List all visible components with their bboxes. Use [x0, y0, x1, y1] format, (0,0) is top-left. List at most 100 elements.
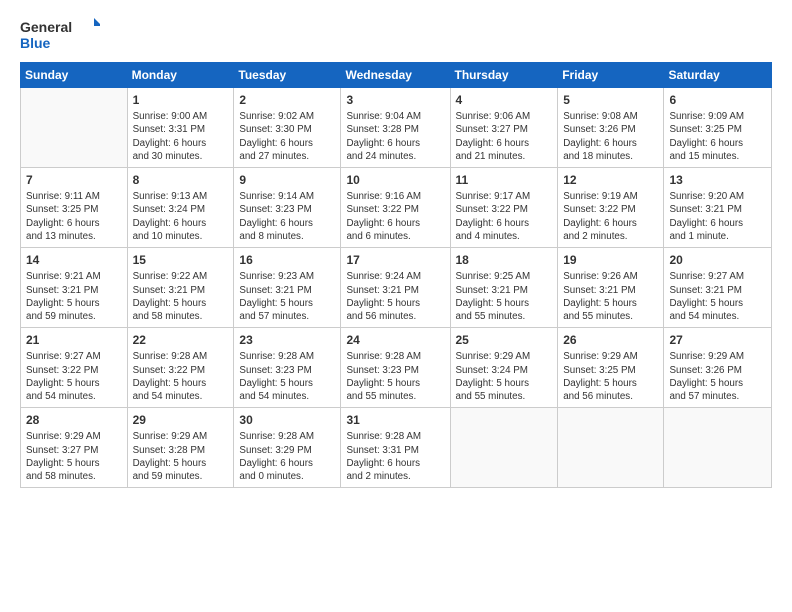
day-info: Sunrise: 9:26 AM Sunset: 3:21 PM Dayligh… [563, 270, 658, 323]
day-info: Sunrise: 9:28 AM Sunset: 3:29 PM Dayligh… [239, 430, 335, 483]
day-number: 21 [26, 332, 122, 348]
logo-icon: General Blue [20, 16, 100, 52]
day-info: Sunrise: 9:28 AM Sunset: 3:22 PM Dayligh… [133, 350, 229, 403]
day-info: Sunrise: 9:22 AM Sunset: 3:21 PM Dayligh… [133, 270, 229, 323]
calendar-cell [21, 88, 128, 168]
calendar-week-row: 1Sunrise: 9:00 AM Sunset: 3:31 PM Daylig… [21, 88, 772, 168]
weekday-header-tuesday: Tuesday [234, 63, 341, 88]
header: General Blue [20, 16, 772, 52]
page: General Blue SundayMondayTuesdayWednesda… [0, 0, 792, 612]
day-info: Sunrise: 9:28 AM Sunset: 3:23 PM Dayligh… [239, 350, 335, 403]
weekday-header-sunday: Sunday [21, 63, 128, 88]
day-number: 14 [26, 252, 122, 268]
day-number: 2 [239, 92, 335, 108]
calendar-cell: 11 Sunrise: 9:17 AM Sunset: 3:22 PM Dayli… [450, 168, 558, 248]
calendar-cell: 31 Sunrise: 9:28 AM Sunset: 3:31 PM Dayli… [341, 408, 450, 488]
day-number: 28 [26, 412, 122, 428]
calendar-cell [558, 408, 664, 488]
day-number: 6 [669, 92, 766, 108]
day-info: Sunrise: 9:04 AM Sunset: 3:28 PM Dayligh… [346, 110, 444, 163]
day-number: 19 [563, 252, 658, 268]
calendar-cell [664, 408, 772, 488]
day-number: 7 [26, 172, 122, 188]
day-info: Sunrise: 9:17 AM Sunset: 3:22 PM Dayligh… [456, 190, 553, 243]
calendar-week-row: 28 Sunrise: 9:29 AM Sunset: 3:27 PM Dayli… [21, 408, 772, 488]
day-info: Sunrise: 9:28 AM Sunset: 3:31 PM Dayligh… [346, 430, 444, 483]
logo: General Blue [20, 16, 100, 52]
day-info: Sunrise: 9:11 AM Sunset: 3:25 PM Dayligh… [26, 190, 122, 243]
day-number: 15 [133, 252, 229, 268]
day-number: 10 [346, 172, 444, 188]
calendar-week-row: 14 Sunrise: 9:21 AM Sunset: 3:21 PM Dayli… [21, 248, 772, 328]
day-number: 31 [346, 412, 444, 428]
day-number: 11 [456, 172, 553, 188]
day-info: Sunrise: 9:20 AM Sunset: 3:21 PM Dayligh… [669, 190, 766, 243]
calendar-cell: 26Sunrise: 9:29 AM Sunset: 3:25 PM Dayli… [558, 328, 664, 408]
calendar-cell: 15 Sunrise: 9:22 AM Sunset: 3:21 PM Dayli… [127, 248, 234, 328]
day-number: 13 [669, 172, 766, 188]
calendar-cell: 9 Sunrise: 9:14 AM Sunset: 3:23 PM Daylig… [234, 168, 341, 248]
day-info: Sunrise: 9:06 AM Sunset: 3:27 PM Dayligh… [456, 110, 553, 163]
day-info: Sunrise: 9:23 AM Sunset: 3:21 PM Dayligh… [239, 270, 335, 323]
calendar-cell: 4 Sunrise: 9:06 AM Sunset: 3:27 PM Daylig… [450, 88, 558, 168]
day-number: 29 [133, 412, 229, 428]
calendar-cell: 2 Sunrise: 9:02 AM Sunset: 3:30 PM Daylig… [234, 88, 341, 168]
calendar-cell: 24Sunrise: 9:28 AM Sunset: 3:23 PM Dayli… [341, 328, 450, 408]
day-info: Sunrise: 9:27 AM Sunset: 3:22 PM Dayligh… [26, 350, 122, 403]
day-info: Sunrise: 9:13 AM Sunset: 3:24 PM Dayligh… [133, 190, 229, 243]
day-number: 12 [563, 172, 658, 188]
weekday-header-friday: Friday [558, 63, 664, 88]
calendar-cell: 13 Sunrise: 9:20 AM Sunset: 3:21 PM Dayli… [664, 168, 772, 248]
calendar: SundayMondayTuesdayWednesdayThursdayFrid… [20, 62, 772, 488]
day-number: 17 [346, 252, 444, 268]
weekday-header-saturday: Saturday [664, 63, 772, 88]
calendar-week-row: 21 Sunrise: 9:27 AM Sunset: 3:22 PM Dayli… [21, 328, 772, 408]
calendar-cell: 22 Sunrise: 9:28 AM Sunset: 3:22 PM Dayli… [127, 328, 234, 408]
svg-text:Blue: Blue [20, 35, 51, 51]
day-number: 23 [239, 332, 335, 348]
calendar-cell: 5Sunrise: 9:08 AM Sunset: 3:26 PM Daylig… [558, 88, 664, 168]
day-info: Sunrise: 9:21 AM Sunset: 3:21 PM Dayligh… [26, 270, 122, 323]
day-info: Sunrise: 9:02 AM Sunset: 3:30 PM Dayligh… [239, 110, 335, 163]
day-number: 27 [669, 332, 766, 348]
calendar-cell: 23 Sunrise: 9:28 AM Sunset: 3:23 PM Dayli… [234, 328, 341, 408]
calendar-cell: 6Sunrise: 9:09 AM Sunset: 3:25 PM Daylig… [664, 88, 772, 168]
day-number: 3 [346, 92, 444, 108]
calendar-cell: 17 Sunrise: 9:24 AM Sunset: 3:21 PM Dayli… [341, 248, 450, 328]
calendar-cell: 8 Sunrise: 9:13 AM Sunset: 3:24 PM Daylig… [127, 168, 234, 248]
weekday-header-row: SundayMondayTuesdayWednesdayThursdayFrid… [21, 63, 772, 88]
day-info: Sunrise: 9:29 AM Sunset: 3:28 PM Dayligh… [133, 430, 229, 483]
calendar-cell: 25Sunrise: 9:29 AM Sunset: 3:24 PM Dayli… [450, 328, 558, 408]
calendar-cell: 30Sunrise: 9:28 AM Sunset: 3:29 PM Dayli… [234, 408, 341, 488]
day-info: Sunrise: 9:29 AM Sunset: 3:27 PM Dayligh… [26, 430, 122, 483]
weekday-header-thursday: Thursday [450, 63, 558, 88]
calendar-cell: 10 Sunrise: 9:16 AM Sunset: 3:22 PM Dayli… [341, 168, 450, 248]
day-number: 8 [133, 172, 229, 188]
day-info: Sunrise: 9:27 AM Sunset: 3:21 PM Dayligh… [669, 270, 766, 323]
day-number: 1 [133, 92, 229, 108]
day-info: Sunrise: 9:29 AM Sunset: 3:26 PM Dayligh… [669, 350, 766, 403]
weekday-header-monday: Monday [127, 63, 234, 88]
day-number: 16 [239, 252, 335, 268]
day-info: Sunrise: 9:16 AM Sunset: 3:22 PM Dayligh… [346, 190, 444, 243]
day-info: Sunrise: 9:25 AM Sunset: 3:21 PM Dayligh… [456, 270, 553, 323]
calendar-cell: 14 Sunrise: 9:21 AM Sunset: 3:21 PM Dayli… [21, 248, 128, 328]
day-number: 5 [563, 92, 658, 108]
day-number: 22 [133, 332, 229, 348]
day-number: 25 [456, 332, 553, 348]
calendar-cell: 12 Sunrise: 9:19 AM Sunset: 3:22 PM Dayli… [558, 168, 664, 248]
calendar-cell: 29 Sunrise: 9:29 AM Sunset: 3:28 PM Dayli… [127, 408, 234, 488]
day-info: Sunrise: 9:19 AM Sunset: 3:22 PM Dayligh… [563, 190, 658, 243]
calendar-cell: 18 Sunrise: 9:25 AM Sunset: 3:21 PM Dayli… [450, 248, 558, 328]
day-number: 9 [239, 172, 335, 188]
calendar-cell [450, 408, 558, 488]
day-info: Sunrise: 9:24 AM Sunset: 3:21 PM Dayligh… [346, 270, 444, 323]
calendar-cell: 7 Sunrise: 9:11 AM Sunset: 3:25 PM Daylig… [21, 168, 128, 248]
day-number: 18 [456, 252, 553, 268]
day-info: Sunrise: 9:14 AM Sunset: 3:23 PM Dayligh… [239, 190, 335, 243]
calendar-cell: 1Sunrise: 9:00 AM Sunset: 3:31 PM Daylig… [127, 88, 234, 168]
svg-text:General: General [20, 19, 72, 35]
day-info: Sunrise: 9:29 AM Sunset: 3:25 PM Dayligh… [563, 350, 658, 403]
day-number: 4 [456, 92, 553, 108]
calendar-cell: 21 Sunrise: 9:27 AM Sunset: 3:22 PM Dayli… [21, 328, 128, 408]
